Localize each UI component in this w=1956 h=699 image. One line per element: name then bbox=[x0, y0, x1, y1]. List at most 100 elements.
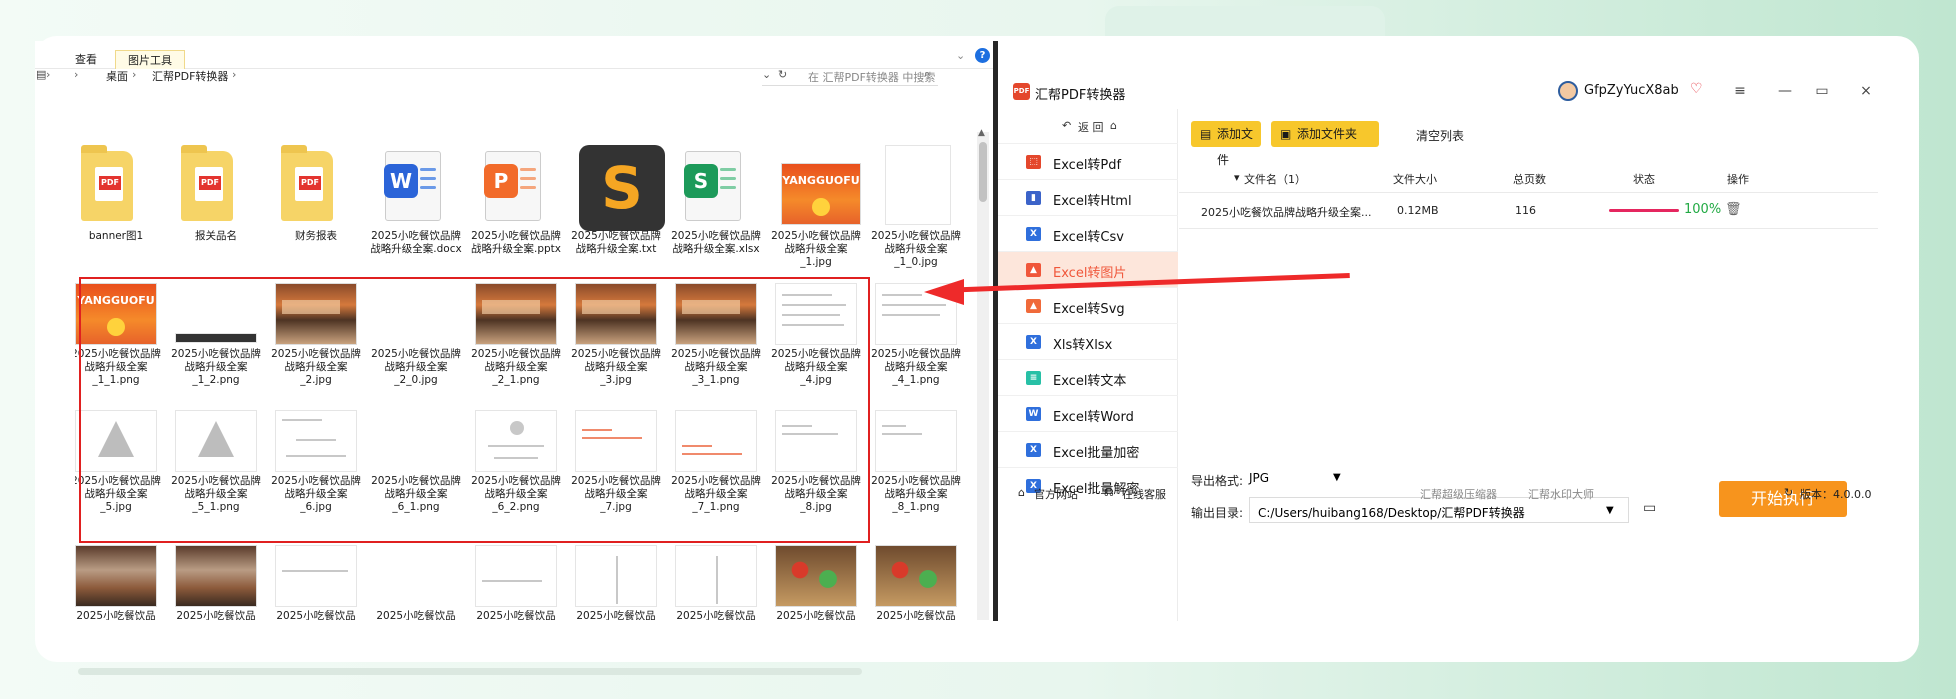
minimize-icon[interactable]: — bbox=[1773, 79, 1797, 103]
folder-add-icon: ▣ bbox=[1280, 127, 1292, 141]
clear-list-button[interactable]: 清空列表 bbox=[1416, 127, 1464, 144]
version-label: 版本：4.0.0.0 bbox=[1800, 488, 1872, 501]
file-name: 2025小吃餐饮品 bbox=[576, 610, 656, 620]
username[interactable]: GfpZyYucX8ab bbox=[1584, 83, 1679, 98]
breadcrumb-desktop[interactable]: 桌面 bbox=[106, 68, 128, 84]
breadcrumb-folder[interactable]: 汇帮PDF转换器 bbox=[152, 68, 228, 84]
csv-icon: X bbox=[1026, 227, 1041, 241]
file-item[interactable]: 2025小吃餐饮品 bbox=[675, 545, 757, 620]
col-filesize: 文件大小 bbox=[1393, 173, 1437, 186]
online-support-link[interactable]: 在线客服 bbox=[1122, 486, 1166, 502]
image-thumbnail bbox=[885, 145, 951, 225]
app-logo-icon: PDF bbox=[1013, 83, 1030, 100]
search-input[interactable]: 在 汇帮PDF转换器 中搜索 ⌕ bbox=[762, 64, 938, 86]
file-item[interactable]: 2025小吃餐饮品 bbox=[475, 545, 557, 620]
app-title: 汇帮PDF转换器 bbox=[1035, 88, 1126, 103]
file-item[interactable]: 2025小吃餐饮品 bbox=[775, 545, 857, 620]
background-tab bbox=[1105, 6, 1385, 40]
image-thumbnail bbox=[375, 545, 457, 607]
page-scrollbar[interactable] bbox=[78, 668, 862, 675]
word-icon: W bbox=[1026, 407, 1041, 421]
maximize-icon[interactable]: ▭ bbox=[1810, 79, 1834, 103]
add-folder-button[interactable]: ▣ 添加文件夹 bbox=[1271, 121, 1379, 147]
file-name: 2025小吃餐饮品 bbox=[776, 610, 856, 620]
help-icon[interactable]: ? bbox=[975, 48, 990, 63]
close-icon[interactable]: × bbox=[1854, 79, 1878, 103]
file-item[interactable]: 2025小吃餐饮品 bbox=[75, 545, 157, 620]
file-item[interactable]: PDF 财务报表 bbox=[275, 145, 357, 285]
sidebar-item-excel-batch-encrypt[interactable]: X Excel批量加密 bbox=[998, 431, 1178, 467]
file-item[interactable]: 2025小吃餐饮品 bbox=[575, 545, 657, 620]
scrollbar-thumb[interactable] bbox=[979, 142, 987, 202]
image-thumbnail bbox=[675, 545, 757, 607]
add-file-button[interactable]: ▤ 添加文件 bbox=[1191, 121, 1261, 167]
explorer-scrollbar[interactable]: ▲ bbox=[977, 128, 989, 620]
file-item[interactable]: PDF banner图1 bbox=[75, 145, 157, 285]
ribbon-collapse-icon[interactable]: ⌄ bbox=[956, 49, 965, 62]
file-item[interactable]: 2025小吃餐饮品 bbox=[275, 545, 357, 620]
file-item[interactable]: 2025小吃餐饮品牌战略升级全案_1_0.jpg bbox=[871, 145, 961, 285]
sidebar-item-label: Excel转Svg bbox=[1053, 302, 1125, 317]
chevron-right-icon: › bbox=[46, 68, 51, 81]
file-name: 2025小吃餐饮品 bbox=[676, 610, 756, 620]
file-item[interactable]: W 2025小吃餐饮品牌战略升级全案.docx bbox=[370, 145, 462, 285]
undo-icon: ↶ bbox=[1062, 119, 1072, 132]
file-name: 2025小吃餐饮品 bbox=[876, 610, 956, 620]
file-item[interactable]: P 2025小吃餐饮品牌战略升级全案.pptx bbox=[471, 145, 561, 285]
html-icon: ▮ bbox=[1026, 191, 1041, 205]
title-bar: PDF 汇帮PDF转换器 GfpZyYucX8ab ♡ ≡ — ▭ × bbox=[998, 41, 1878, 109]
drive-icon: ▤ bbox=[36, 68, 47, 81]
search-icon: ⌕ bbox=[923, 67, 930, 80]
refresh-icon: ↻ bbox=[1784, 486, 1794, 499]
file-item[interactable]: PDF 报关品名 bbox=[175, 145, 257, 285]
row-pages: 116 bbox=[1515, 204, 1536, 217]
file-item[interactable]: 2025小吃餐饮品 bbox=[375, 545, 457, 620]
file-name: 财务报表 bbox=[295, 230, 337, 242]
output-dir-value: C:/Users/huibang168/Desktop/汇帮PDF转换器 bbox=[1258, 506, 1525, 520]
scroll-up-icon[interactable]: ▲ bbox=[978, 128, 985, 138]
home-icon: ⌂ bbox=[1018, 486, 1025, 499]
sidebar-item-excel-to-csv[interactable]: X Excel转Csv bbox=[998, 215, 1178, 251]
breadcrumb[interactable]: › ▤ › 桌面 › 汇帮PDF转换器 › ⌄ ↻ bbox=[36, 64, 787, 86]
footer: ⌂ 官方网站 ☊ 在线客服 汇帮超级压缩器 汇帮水印大师 ↻ 版本：4.0.0.… bbox=[998, 481, 1878, 505]
sort-down-icon[interactable]: ▾ bbox=[1234, 171, 1240, 184]
official-website-link[interactable]: 官方网站 bbox=[1034, 486, 1078, 502]
sidebar: ↶ 返 回 ⌂ ⬚ Excel转Pdf ▮ Excel转Html X Excel… bbox=[998, 109, 1178, 621]
file-name: 2025小吃餐饮品牌战略升级全案.docx bbox=[370, 230, 462, 255]
excel-document-icon: S bbox=[684, 151, 741, 221]
table-header: ▾ 文件名（1） 文件大小 总页数 状态 操作 bbox=[1179, 161, 1878, 193]
menu-icon[interactable]: ≡ bbox=[1728, 79, 1752, 103]
trash-icon[interactable]: 🗑 bbox=[1725, 202, 1742, 217]
headset-icon: ☊ bbox=[1104, 486, 1114, 499]
file-name: 2025小吃餐饮品 bbox=[376, 610, 456, 620]
compressor-link[interactable]: 汇帮超级压缩器 bbox=[1420, 486, 1497, 502]
avatar[interactable] bbox=[1558, 81, 1578, 101]
file-item[interactable]: YANGGUOFU 2025小吃餐饮品牌战略升级全案_1.jpg bbox=[771, 145, 861, 285]
sidebar-item-label: Excel转图片 bbox=[1053, 266, 1127, 281]
col-filename[interactable]: 文件名（1） bbox=[1244, 171, 1306, 187]
sidebar-item-excel-to-html[interactable]: ▮ Excel转Html bbox=[998, 179, 1178, 215]
file-item[interactable]: 2025小吃餐饮品 bbox=[875, 545, 957, 620]
selection-highlight-box bbox=[79, 277, 870, 543]
vip-heart-icon[interactable]: ♡ bbox=[1690, 81, 1703, 97]
sidebar-item-excel-to-text[interactable]: ≡ Excel转文本 bbox=[998, 359, 1178, 395]
table-row[interactable]: 2025小吃餐饮品牌战略升级全案... 0.12MB 116 100% 🗑 bbox=[1179, 193, 1878, 229]
chevron-right-icon: › bbox=[74, 68, 79, 81]
folder-icon: PDF bbox=[181, 145, 233, 221]
sidebar-item-excel-to-svg[interactable]: ▲ Excel转Svg bbox=[998, 287, 1178, 323]
home-icon[interactable]: ⌂ bbox=[1110, 119, 1117, 132]
sidebar-item-xls-to-xlsx[interactable]: X Xls转Xlsx bbox=[998, 323, 1178, 359]
converter-window: PDF 汇帮PDF转换器 GfpZyYucX8ab ♡ ≡ — ▭ × ↶ 返 … bbox=[998, 41, 1878, 621]
file-item[interactable]: 2025小吃餐饮品 bbox=[175, 545, 257, 620]
file-item[interactable]: S 2025小吃餐饮品牌战略升级全案.txt bbox=[571, 145, 665, 285]
file-item[interactable]: 2025小吃餐饮品牌战略升级全案_8_1.png bbox=[871, 410, 961, 520]
pdf-icon: ⬚ bbox=[1026, 155, 1041, 169]
file-item[interactable]: S 2025小吃餐饮品牌战略升级全案.xlsx bbox=[671, 145, 761, 285]
sidebar-item-excel-to-word[interactable]: W Excel转Word bbox=[998, 395, 1178, 431]
sidebar-item-excel-to-pdf[interactable]: ⬚ Excel转Pdf bbox=[998, 143, 1178, 179]
sidebar-item-label: Excel转文本 bbox=[1053, 374, 1127, 389]
image-thumbnail bbox=[775, 545, 857, 607]
back-button[interactable]: ↶ 返 回 ⌂ bbox=[998, 109, 1178, 143]
chevron-right-icon: › bbox=[232, 68, 237, 81]
watermark-link[interactable]: 汇帮水印大师 bbox=[1528, 486, 1594, 502]
